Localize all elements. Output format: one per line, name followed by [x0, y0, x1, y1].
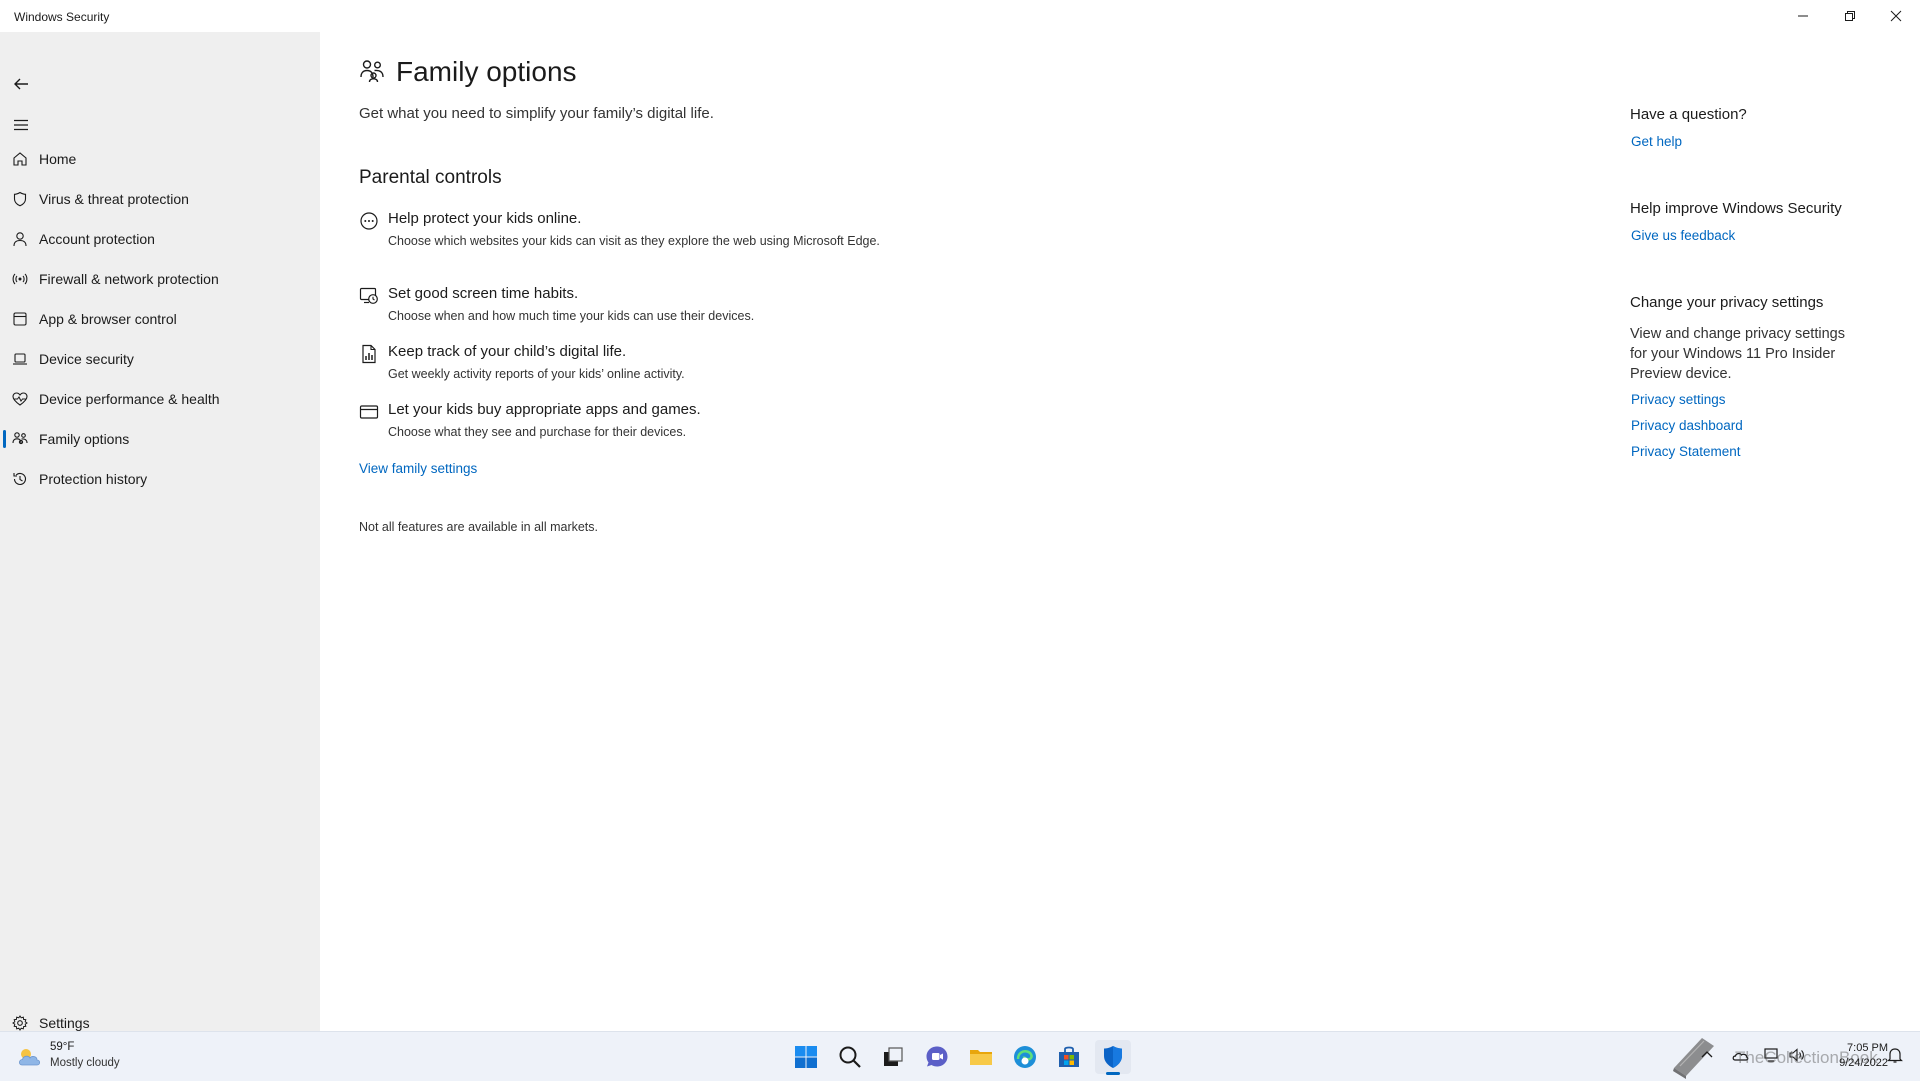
minimize-icon — [1798, 15, 1808, 17]
page-title: Family options — [396, 56, 577, 87]
clock[interactable]: 7:05 PM 9/24/2022 — [1826, 1041, 1888, 1071]
weather-widget[interactable]: 59°F Mostly cloudy — [16, 1040, 156, 1074]
section-title: Parental controls — [359, 167, 502, 188]
web-filter-icon — [359, 211, 379, 231]
feature-title: Help protect your kids online. — [388, 210, 582, 227]
settings-label: Settings — [39, 1015, 90, 1031]
weather-condition: Mostly cloudy — [50, 1057, 120, 1069]
feature-description: Choose when and how much time your kids … — [388, 309, 755, 323]
feature-title: Keep track of your child’s digital life. — [388, 343, 627, 360]
sidebar-item-label: Account protection — [39, 231, 155, 247]
give-feedback-link[interactable]: Give us feedback — [1631, 228, 1735, 243]
sidebar-item-label: Family options — [39, 431, 130, 447]
feature-description: Choose what they see and purchase for th… — [388, 425, 687, 439]
sidebar: Home Virus & threat protection Account p… — [0, 32, 320, 1031]
shield-icon — [12, 191, 28, 207]
back-arrow-icon — [14, 78, 28, 90]
question-heading: Have a question? — [1630, 106, 1747, 123]
menu-button[interactable] — [12, 116, 30, 134]
history-icon — [12, 471, 28, 487]
sidebar-item-label: Firewall & network protection — [39, 271, 219, 287]
edge-icon — [1014, 1046, 1036, 1068]
sidebar-item-protection-history[interactable]: Protection history — [0, 461, 320, 497]
sidebar-item-virus-threat[interactable]: Virus & threat protection — [0, 181, 320, 217]
privacy-dashboard-link[interactable]: Privacy dashboard — [1631, 418, 1743, 433]
title-bar: Windows Security — [0, 0, 1920, 32]
sidebar-item-label: Virus & threat protection — [39, 191, 189, 207]
weather-temperature: 59°F — [50, 1041, 75, 1053]
sidebar-item-family-options[interactable]: Family options — [0, 421, 320, 457]
cloud-icon — [16, 1046, 44, 1068]
file-explorer-icon — [970, 1050, 992, 1065]
sidebar-item-label: Device performance & health — [39, 391, 220, 407]
availability-note: Not all features are available in all ma… — [359, 520, 599, 534]
feature-description: Choose which websites your kids can visi… — [388, 234, 880, 248]
search-icon — [839, 1046, 861, 1068]
chat-button[interactable] — [919, 1040, 955, 1074]
start-button[interactable] — [788, 1040, 824, 1074]
window-title: Windows Security — [14, 10, 110, 24]
get-help-link[interactable]: Get help — [1631, 134, 1682, 149]
restore-icon — [1845, 11, 1855, 21]
main-content: Family options Get what you need to simp… — [320, 32, 1920, 1031]
activity-report-icon — [359, 344, 379, 364]
view-family-settings-link[interactable]: View family settings — [359, 461, 477, 476]
screen-time-icon — [359, 286, 379, 306]
hamburger-icon — [14, 119, 28, 131]
sidebar-item-home[interactable]: Home — [0, 141, 320, 177]
clock-date: 9/24/2022 — [1839, 1057, 1888, 1069]
gear-icon — [12, 1015, 28, 1031]
person-icon — [12, 231, 28, 247]
privacy-description: View and change privacy settings for you… — [1630, 326, 1845, 382]
antenna-icon — [12, 271, 28, 287]
family-icon — [359, 58, 385, 84]
privacy-heading: Change your privacy settings — [1630, 294, 1824, 311]
sidebar-item-app-browser[interactable]: App & browser control — [0, 301, 320, 337]
sidebar-item-account-protection[interactable]: Account protection — [0, 221, 320, 257]
chat-icon — [926, 1046, 948, 1067]
sidebar-item-label: Home — [39, 151, 77, 167]
chevron-up-icon[interactable] — [1698, 1046, 1716, 1064]
file-explorer-button[interactable] — [963, 1040, 999, 1074]
privacy-statement-link[interactable]: Privacy Statement — [1631, 444, 1741, 459]
edge-button[interactable] — [1007, 1040, 1043, 1074]
card-icon — [359, 402, 379, 422]
laptop-icon — [12, 351, 28, 367]
privacy-settings-link[interactable]: Privacy settings — [1631, 392, 1726, 407]
improve-heading: Help improve Windows Security — [1630, 200, 1842, 217]
clock-time: 7:05 PM — [1847, 1042, 1888, 1054]
task-view-button[interactable] — [875, 1040, 911, 1074]
taskbar: 59°F Mostly cloudy TheCollectionBook 7:0… — [0, 1031, 1920, 1081]
sidebar-item-label: App & browser control — [39, 311, 177, 327]
feature-title: Set good screen time habits. — [388, 285, 579, 302]
feature-title: Let your kids buy appropriate apps and g… — [388, 401, 701, 418]
taskbar-search-button[interactable] — [832, 1040, 868, 1074]
heart-pulse-icon — [12, 391, 28, 407]
task-view-icon — [884, 1047, 903, 1066]
feature-description: Get weekly activity reports of your kids… — [388, 367, 685, 381]
store-button[interactable] — [1051, 1040, 1087, 1074]
windows-security-icon — [1104, 1046, 1122, 1068]
minimize-button[interactable] — [1780, 0, 1826, 32]
windows-security-taskbar-button[interactable] — [1095, 1040, 1131, 1075]
notification-bell-icon[interactable] — [1886, 1046, 1904, 1064]
store-icon — [1059, 1046, 1079, 1067]
start-icon — [795, 1046, 817, 1068]
sidebar-item-device-performance[interactable]: Device performance & health — [0, 381, 320, 417]
family-icon — [12, 431, 28, 447]
app-window-icon — [12, 311, 28, 327]
sidebar-item-device-security[interactable]: Device security — [0, 341, 320, 377]
close-button[interactable] — [1873, 0, 1919, 32]
home-icon — [12, 151, 28, 167]
sidebar-item-label: Device security — [39, 351, 134, 367]
page-subtitle: Get what you need to simplify your famil… — [359, 105, 714, 122]
restore-button[interactable] — [1827, 0, 1873, 32]
sidebar-item-label: Protection history — [39, 471, 148, 487]
close-icon — [1890, 10, 1902, 22]
sidebar-item-firewall[interactable]: Firewall & network protection — [0, 261, 320, 297]
back-button[interactable] — [12, 75, 30, 93]
